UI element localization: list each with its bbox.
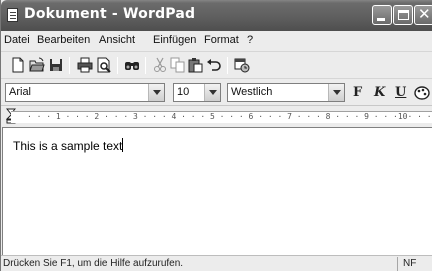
menu-format[interactable]: Format <box>204 34 239 46</box>
document-area[interactable]: This is a sample text <box>2 127 432 255</box>
find-icon[interactable] <box>124 57 140 73</box>
status-mode: NF <box>403 258 417 269</box>
maximize-button[interactable] <box>393 5 413 25</box>
date-time-icon[interactable] <box>234 57 250 73</box>
print-preview-icon[interactable] <box>96 57 112 73</box>
menu-einfuegen[interactable]: Einfügen <box>153 34 196 46</box>
format-toolbar: Arial 10 Westlich F K U <box>1 78 432 105</box>
text-caret <box>122 138 124 152</box>
chevron-down-icon[interactable] <box>148 84 164 101</box>
bold-button[interactable]: F <box>353 85 362 100</box>
toolbar-separator <box>117 57 118 74</box>
wordpad-window: Dokument - WordPad ✕ Datei Bearbeiten An… <box>0 0 432 271</box>
italic-button[interactable]: K <box>374 85 385 100</box>
maximize-icon <box>398 10 409 20</box>
menu-datei[interactable]: Datei <box>4 34 30 46</box>
standard-toolbar <box>1 51 432 78</box>
ruler-numbers: · · · 1 · · · 2 · · · 3 · · · 4 · · · 5 … <box>27 112 432 121</box>
font-name-select[interactable]: Arial <box>5 83 165 102</box>
window-title: Dokument - WordPad <box>24 6 196 22</box>
chevron-down-icon[interactable] <box>204 84 220 101</box>
close-icon: ✕ <box>418 5 431 23</box>
title-bar[interactable]: Dokument - WordPad ✕ <box>1 0 432 31</box>
script-select[interactable]: Westlich <box>227 83 345 102</box>
minimize-button[interactable] <box>372 5 392 25</box>
font-name-value: Arial <box>9 86 32 98</box>
chevron-down-icon[interactable] <box>328 84 344 101</box>
status-bar: Drücken Sie F1, um die Hilfe aufzurufen.… <box>1 255 432 271</box>
ruler[interactable]: · · · 1 · · · 2 · · · 3 · · · 4 · · · 5 … <box>1 105 432 127</box>
toolbar-separator <box>227 57 228 74</box>
script-value: Westlich <box>231 86 273 98</box>
menu-ansicht[interactable]: Ansicht <box>99 34 135 46</box>
undo-icon[interactable] <box>206 57 222 73</box>
wordpad-app-icon[interactable] <box>7 8 18 22</box>
ruler-scale: · · · 1 · · · 2 · · · 3 · · · 4 · · · 5 … <box>11 111 432 123</box>
save-icon[interactable] <box>48 57 64 73</box>
print-icon[interactable] <box>77 57 93 73</box>
document-text[interactable]: This is a sample text <box>13 139 122 153</box>
document-text-line[interactable]: This is a sample text <box>13 138 124 153</box>
menu-help[interactable]: ? <box>247 34 253 46</box>
copy-icon[interactable] <box>170 57 186 73</box>
paste-icon[interactable] <box>188 57 204 73</box>
status-mode-pane: NF <box>397 257 431 271</box>
font-size-value: 10 <box>177 86 190 98</box>
menu-bearbeiten[interactable]: Bearbeiten <box>37 34 90 46</box>
font-size-select[interactable]: 10 <box>173 83 221 102</box>
new-document-icon[interactable] <box>10 57 26 73</box>
color-palette-icon[interactable] <box>414 85 430 101</box>
close-button[interactable]: ✕ <box>414 5 432 25</box>
cut-icon[interactable] <box>152 57 168 73</box>
toolbar-separator <box>69 57 70 74</box>
toolbar-separator <box>145 57 146 74</box>
minimize-icon <box>377 18 385 21</box>
status-help-text: Drücken Sie F1, um die Hilfe aufzurufen. <box>3 258 184 269</box>
menu-bar: Datei Bearbeiten Ansicht Einfügen Format… <box>1 31 432 51</box>
open-folder-icon[interactable] <box>29 57 45 73</box>
underline-button[interactable]: U <box>395 85 406 100</box>
